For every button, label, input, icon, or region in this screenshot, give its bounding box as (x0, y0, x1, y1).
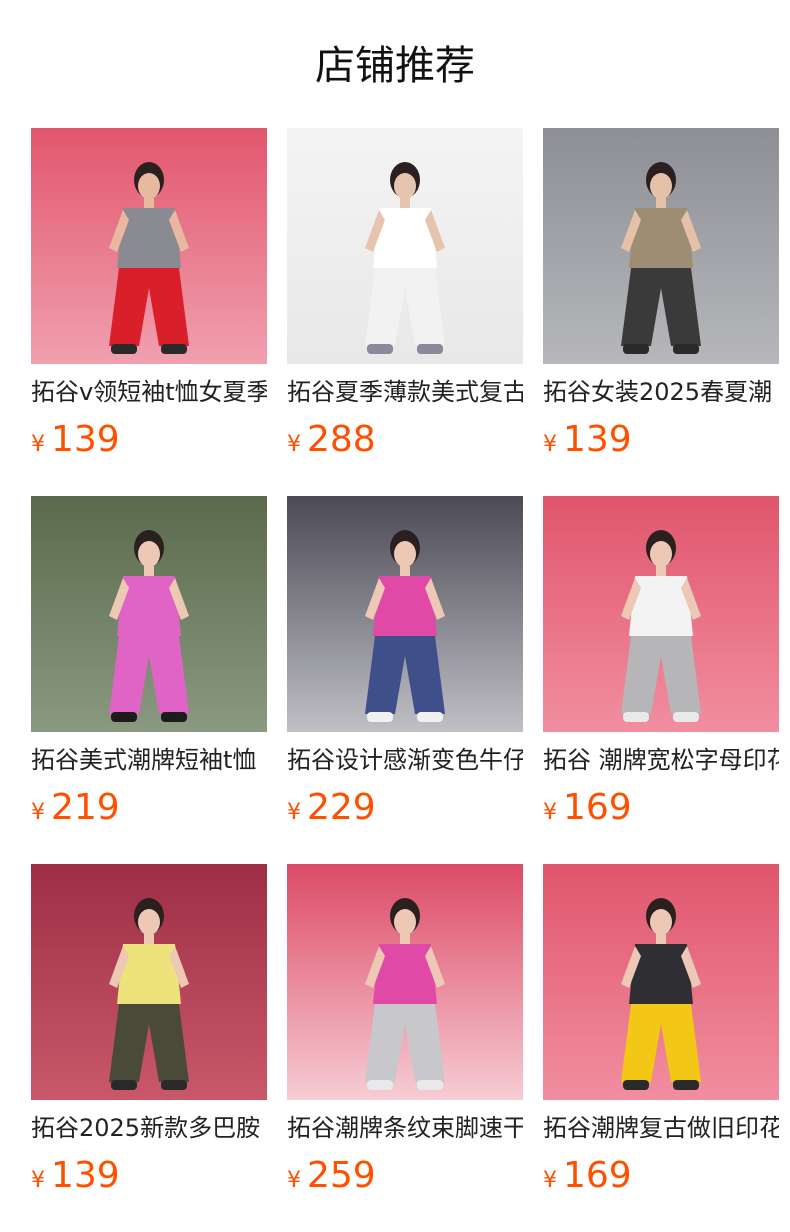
product-title[interactable]: 拓谷潮牌复古做旧印花 (543, 1112, 779, 1144)
product-image[interactable] (31, 864, 267, 1100)
currency-symbol: ¥ (287, 432, 301, 457)
currency-symbol: ¥ (31, 800, 45, 825)
product-image[interactable] (287, 864, 523, 1100)
price-value: 139 (51, 1155, 120, 1196)
product-price: ¥169 (543, 1154, 779, 1198)
product-price: ¥288 (287, 418, 523, 462)
currency-symbol: ¥ (287, 800, 301, 825)
price-value: 219 (51, 787, 120, 828)
product-price: ¥219 (31, 786, 267, 830)
product-image[interactable] (287, 128, 523, 364)
section-title: 店铺推荐 (315, 43, 475, 89)
product-image[interactable] (31, 128, 267, 364)
product-card[interactable]: 拓谷设计感渐变色牛仔 ¥229 (287, 496, 523, 832)
currency-symbol: ¥ (543, 800, 557, 825)
price-value: 139 (51, 419, 120, 460)
product-price: ¥139 (31, 418, 267, 462)
product-card[interactable]: 拓谷潮牌条纹束脚速干 ¥259 (287, 864, 523, 1200)
price-value: 259 (307, 1155, 376, 1196)
product-image[interactable] (543, 128, 779, 364)
product-card[interactable]: 拓谷夏季薄款美式复古 ¥288 (287, 128, 523, 464)
product-price: ¥169 (543, 786, 779, 830)
currency-symbol: ¥ (287, 1168, 301, 1193)
price-value: 169 (563, 1155, 632, 1196)
product-title[interactable]: 拓谷夏季薄款美式复古 (287, 376, 523, 408)
price-value: 169 (563, 787, 632, 828)
product-image[interactable] (287, 496, 523, 732)
product-card[interactable]: 拓谷美式潮牌短袖t恤 ¥219 (31, 496, 267, 832)
product-card[interactable]: 拓谷女装2025春夏潮 ¥139 (543, 128, 779, 464)
currency-symbol: ¥ (31, 1168, 45, 1193)
product-price: ¥139 (543, 418, 779, 462)
product-title[interactable]: 拓谷潮牌条纹束脚速干 (287, 1112, 523, 1144)
currency-symbol: ¥ (31, 432, 45, 457)
price-value: 229 (307, 787, 376, 828)
product-price: ¥229 (287, 786, 523, 830)
price-value: 139 (563, 419, 632, 460)
product-card[interactable]: 拓谷v领短袖t恤女夏季 ¥139 (31, 128, 267, 464)
currency-symbol: ¥ (543, 1168, 557, 1193)
product-title[interactable]: 拓谷美式潮牌短袖t恤 (31, 744, 267, 776)
product-image[interactable] (543, 864, 779, 1100)
product-title[interactable]: 拓谷v领短袖t恤女夏季 (31, 376, 267, 408)
currency-symbol: ¥ (543, 432, 557, 457)
product-title[interactable]: 拓谷2025新款多巴胺 (31, 1112, 267, 1144)
product-title[interactable]: 拓谷设计感渐变色牛仔 (287, 744, 523, 776)
product-title[interactable]: 拓谷 潮牌宽松字母印花 (543, 744, 779, 776)
product-card[interactable]: 拓谷潮牌复古做旧印花 ¥169 (543, 864, 779, 1200)
product-card[interactable]: 拓谷 潮牌宽松字母印花 ¥169 (543, 496, 779, 832)
product-title[interactable]: 拓谷女装2025春夏潮 (543, 376, 779, 408)
product-price: ¥139 (31, 1154, 267, 1198)
product-card[interactable]: 拓谷2025新款多巴胺 ¥139 (31, 864, 267, 1200)
price-value: 288 (307, 419, 376, 460)
product-image[interactable] (543, 496, 779, 732)
product-image[interactable] (31, 496, 267, 732)
product-price: ¥259 (287, 1154, 523, 1198)
product-grid: 拓谷v领短袖t恤女夏季 ¥139 拓谷夏季薄款美式复古 ¥288 拓谷女装2025春夏潮… (31, 128, 779, 1200)
